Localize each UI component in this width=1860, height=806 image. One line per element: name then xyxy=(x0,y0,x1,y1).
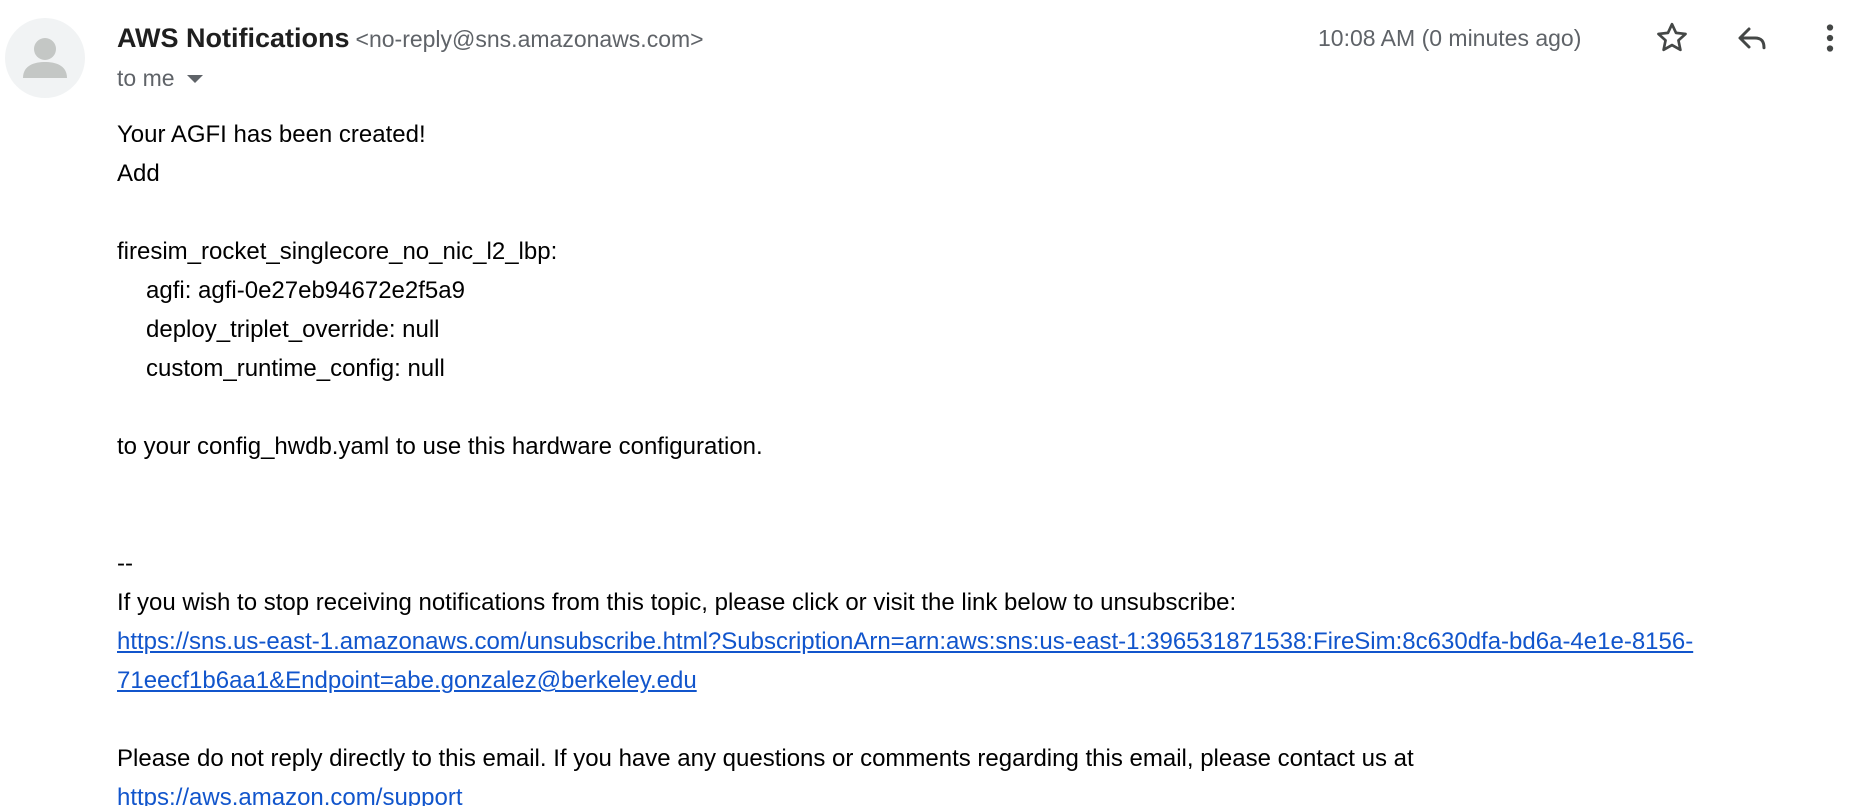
body-instruction: to your config_hwdb.yaml to use this har… xyxy=(117,433,763,460)
unsubscribe-text: If you wish to stop receiving notificati… xyxy=(117,589,1237,616)
unsubscribe-link-part1[interactable]: https://sns.us-east-1.amazonaws.com/unsu… xyxy=(117,628,1693,655)
unsubscribe-link-block: https://sns.us-east-1.amazonaws.com/unsu… xyxy=(117,622,1857,700)
signature-separator: -- xyxy=(117,550,133,577)
timestamp: 10:08 AM (0 minutes ago) xyxy=(1318,25,1582,51)
unsubscribe-link-part2[interactable]: 71eecf1b6aa1&Endpoint=abe.gonzalez@berke… xyxy=(117,667,697,694)
avatar-icon[interactable] xyxy=(5,18,85,98)
star-icon[interactable] xyxy=(1652,18,1692,58)
config-agfi: agfi: agfi-0e27eb94672e2f5a9 xyxy=(146,277,465,304)
person-silhouette-icon xyxy=(23,38,67,78)
config-deploy-triplet: deploy_triplet_override: null xyxy=(146,316,440,343)
support-link[interactable]: https://aws.amazon.com/support xyxy=(117,784,463,806)
reply-icon[interactable] xyxy=(1732,18,1772,58)
sender-line: AWS Notifications <no-reply@sns.amazonaws… xyxy=(117,20,704,61)
body-line-created: Your AGFI has been created! xyxy=(117,121,426,148)
more-vert-icon[interactable] xyxy=(1810,18,1850,58)
email-message: AWS Notifications <no-reply@sns.amazonaws… xyxy=(0,0,1860,806)
support-link-block: https://aws.amazon.com/support xyxy=(117,778,1857,806)
recipient-label: to me xyxy=(117,65,175,91)
sender-email: <no-reply@sns.amazonaws.com> xyxy=(355,26,704,52)
noreply-text: Please do not reply directly to this ema… xyxy=(117,745,1414,772)
email-body: Your AGFI has been created! Add firesim_… xyxy=(117,115,1857,806)
recipient-details-toggle[interactable]: to me xyxy=(117,62,203,94)
config-name: firesim_rocket_singlecore_no_nic_l2_lbp: xyxy=(117,238,558,265)
unsubscribe-link[interactable]: https://sns.us-east-1.amazonaws.com/unsu… xyxy=(117,628,1693,694)
config-runtime: custom_runtime_config: null xyxy=(146,355,445,382)
chevron-down-icon[interactable] xyxy=(186,75,203,83)
sender-name[interactable]: AWS Notifications xyxy=(117,23,350,53)
body-line-add: Add xyxy=(117,160,160,187)
